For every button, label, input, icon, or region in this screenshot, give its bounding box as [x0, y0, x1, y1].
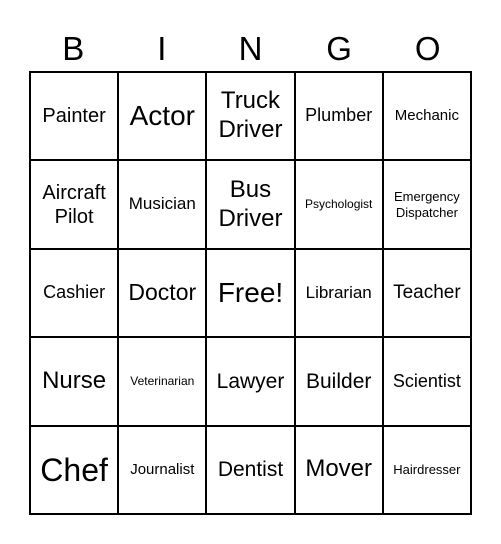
cell-label: Aircraft Pilot — [42, 181, 106, 228]
cell-label: Builder — [306, 369, 372, 393]
bingo-header: B I N G O — [29, 28, 472, 70]
cell-label: Dentist — [217, 458, 284, 482]
cell-label: Bus Driver — [218, 175, 283, 232]
bingo-cell: Free! — [206, 248, 295, 338]
cell-label: Free! — [217, 277, 284, 309]
cell-label: Actor — [129, 100, 195, 132]
cell-label: Veterinarian — [130, 374, 195, 389]
cell-label: Painter — [42, 105, 106, 128]
bingo-cell: Scientist — [382, 337, 471, 426]
cell-label: Plumber — [305, 105, 373, 126]
header-letter-i: I — [157, 30, 167, 67]
bingo-cell: Aircraft Pilot — [30, 160, 119, 249]
bingo-cell: Doctor — [118, 248, 207, 338]
bingo-cell: Chef — [30, 425, 119, 514]
cell-label: Hairdresser — [393, 462, 461, 477]
bingo-cell: Lawyer — [206, 337, 295, 426]
header-letter-o: O — [414, 30, 441, 67]
bingo-cell: Actor — [118, 72, 207, 161]
cell-label: Mover — [305, 455, 373, 483]
bingo-cell: Cashier — [30, 248, 119, 338]
bingo-cell: Musician — [118, 160, 207, 249]
bingo-cell: Mechanic — [382, 72, 471, 161]
cell-label: Journalist — [130, 460, 195, 478]
cell-label: Emergency Dispatcher — [394, 189, 460, 220]
bingo-cell: Builder — [294, 337, 383, 426]
cell-label: Scientist — [392, 370, 461, 391]
bingo-cell: Plumber — [294, 72, 383, 161]
bingo-cell: Mover — [294, 425, 383, 514]
cell-label: Lawyer — [216, 369, 285, 393]
bingo-cell: Truck Driver — [206, 72, 295, 161]
bingo-grid: Painter Actor Truck Driver Plumber Mechanic A… — [29, 71, 472, 515]
cell-label: Nurse — [42, 366, 107, 394]
cell-label: Musician — [128, 194, 196, 214]
bingo-cell: Journalist — [118, 425, 207, 514]
bingo-cell: Veterinarian — [118, 337, 207, 426]
bingo-cell: Librarian — [294, 248, 383, 338]
cell-label: Mechanic — [394, 107, 459, 125]
cell-label: Psychologist — [305, 197, 373, 212]
cell-label: Teacher — [393, 281, 461, 303]
bingo-cell: Hairdresser — [382, 425, 471, 514]
cell-label: Chef — [40, 451, 108, 488]
bingo-cell: Dentist — [206, 425, 295, 514]
bingo-cell: Emergency Dispatcher — [382, 160, 471, 249]
bingo-cell: Psychologist — [294, 160, 383, 249]
header-letter-b: B — [62, 30, 85, 67]
header-letter-g: G — [326, 30, 352, 67]
cell-label: Librarian — [305, 282, 372, 302]
bingo-cell: Teacher — [382, 248, 471, 338]
header-letter-n: N — [238, 30, 263, 67]
cell-label: Cashier — [43, 282, 106, 303]
bingo-cell: Nurse — [30, 337, 119, 426]
cell-label: Truck Driver — [218, 87, 283, 144]
bingo-cell: Bus Driver — [206, 160, 295, 249]
bingo-cell: Painter — [30, 72, 119, 161]
cell-label: Doctor — [128, 279, 197, 306]
